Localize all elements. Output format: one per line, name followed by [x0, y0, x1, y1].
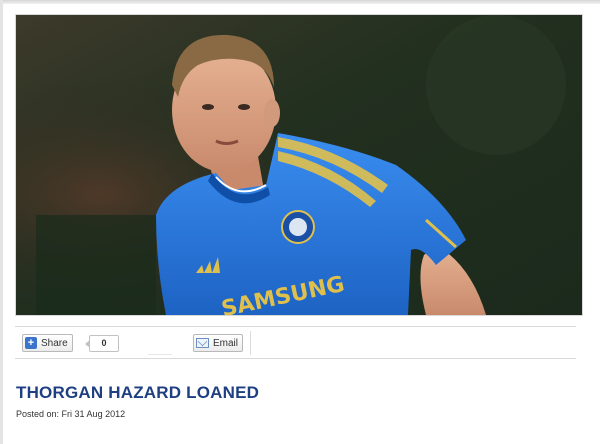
article-headline: THORGAN HAZARD LOANED	[16, 383, 260, 402]
email-button[interactable]: Email	[193, 334, 244, 352]
player-photo-illustration: SAMSUNG	[16, 15, 582, 315]
top-rule	[0, 0, 600, 4]
share-divider	[148, 354, 172, 355]
plus-icon: +	[25, 337, 37, 349]
mail-icon	[196, 338, 209, 348]
share-label: Share	[41, 337, 68, 349]
posted-date: Fri 31 Aug 2012	[61, 409, 126, 419]
share-bar-separator	[250, 331, 251, 355]
posted-label: Posted on:	[16, 409, 60, 419]
posted-on: Posted on: Fri 31 Aug 2012	[16, 409, 125, 419]
share-bar: + Share 0 Email	[15, 326, 576, 359]
article-photo: SAMSUNG	[15, 14, 583, 316]
share-count-badge: 0	[85, 335, 119, 352]
email-label: Email	[213, 337, 239, 349]
share-button[interactable]: + Share	[22, 334, 73, 352]
left-rule	[0, 0, 3, 444]
